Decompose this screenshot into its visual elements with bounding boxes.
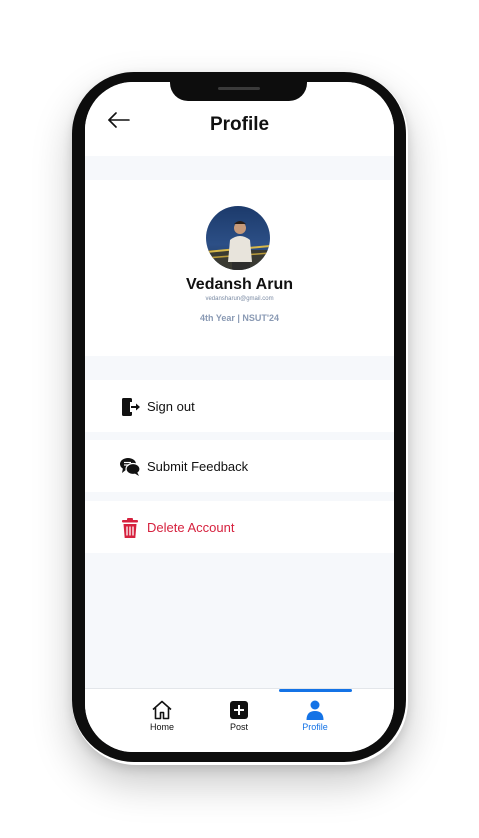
tab-post-label: Post — [229, 722, 248, 732]
tab-post[interactable]: Post — [209, 699, 269, 739]
speaker-grille — [218, 87, 260, 90]
device-frame: Profile Vedansh Arun vedansharun@gmail.c… — [0, 0, 479, 838]
profile-name: Vedansh Arun — [186, 276, 293, 293]
profile-card: Vedansh Arun vedansharun@gmail.com 4th Y… — [85, 180, 394, 356]
active-tab-indicator — [279, 689, 352, 692]
person-icon — [306, 700, 324, 720]
avatar[interactable] — [206, 206, 270, 270]
submit-feedback-button[interactable]: Submit Feedback — [85, 440, 394, 492]
tab-home[interactable]: Home — [132, 699, 192, 739]
app-screen: Profile Vedansh Arun vedansharun@gmail.c… — [85, 82, 394, 752]
camera-notch — [170, 79, 307, 101]
feedback-icon — [120, 458, 141, 476]
home-icon — [152, 700, 172, 720]
page-title: Profile — [209, 114, 270, 135]
tab-profile-label: Profile — [302, 722, 328, 732]
sign-out-button[interactable]: Sign out — [85, 380, 394, 432]
plus-square-icon — [230, 701, 248, 719]
profile-year-college: 4th Year | NSUT'24 — [199, 313, 280, 323]
trash-icon — [122, 518, 138, 538]
tab-profile[interactable]: Profile — [285, 699, 345, 739]
sign-out-label: Sign out — [147, 399, 195, 414]
profile-email: vedansharun@gmail.com — [205, 296, 274, 302]
delete-account-label: Delete Account — [147, 520, 235, 535]
sign-out-icon — [122, 398, 140, 416]
submit-feedback-label: Submit Feedback — [147, 459, 249, 474]
bottom-tab-bar: Home Post Profile — [85, 688, 394, 752]
tab-home-label: Home — [149, 722, 174, 732]
delete-account-button[interactable]: Delete Account — [85, 501, 394, 553]
